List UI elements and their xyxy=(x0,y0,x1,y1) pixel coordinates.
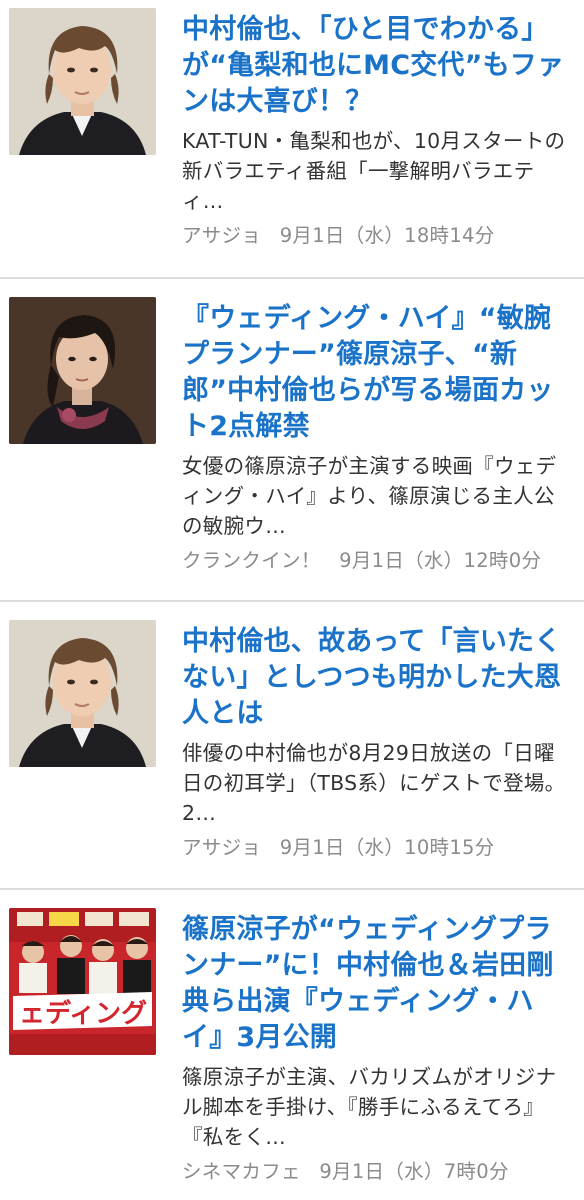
article-thumbnail[interactable] xyxy=(9,620,156,767)
article-source: アサジョ xyxy=(182,836,262,859)
article-source: アサジョ xyxy=(182,224,262,247)
article-card[interactable]: 『ウェディング・ハイ』“敏腕プランナー”篠原涼子、“新郎”中村倫也らが写る場面カ… xyxy=(0,279,584,602)
article-date: 9月1日（水）12時0分 xyxy=(339,549,542,572)
portrait-man-icon xyxy=(9,8,156,155)
article-summary: 女優の篠原涼子が主演する映画『ウェディング・ハイ』より、篠原演じる主人公の敏腕ウ… xyxy=(182,454,557,538)
article-thumbnail[interactable] xyxy=(9,297,156,444)
article-date: 9月1日（水）10時15分 xyxy=(279,836,495,859)
svg-text:ェディング・ハ: ェディング・ハ xyxy=(19,998,156,1029)
article-date: 9月1日（水）18時14分 xyxy=(279,224,495,247)
article-summary: KAT-TUN・亀梨和也が、10月スタートの新バラエティ番組「一撃解明バラエティ… xyxy=(182,129,566,213)
article-thumbnail[interactable] xyxy=(9,8,156,155)
article-source: クランクイン！ xyxy=(182,549,321,572)
article-meta: クランクイン！ 9月1日（水）12時0分 xyxy=(182,547,574,575)
article-source: シネマカフェ xyxy=(182,1160,301,1183)
article-title[interactable]: 『ウェディング・ハイ』“敏腕プランナー”篠原涼子、“新郎”中村倫也らが写る場面カ… xyxy=(182,301,574,445)
article-title[interactable]: 中村倫也、故あって「言いたくない」としつつも明かした大恩人とは xyxy=(182,624,574,732)
portrait-woman-icon xyxy=(9,297,156,444)
article-title[interactable]: 篠原涼子が“ウェディングプランナー”に！中村倫也＆岩田剛典ら出演『ウェディング・… xyxy=(182,912,574,1056)
article-meta: シネマカフェ 9月1日（水）7時0分 xyxy=(182,1158,574,1186)
article-meta: アサジョ 9月1日（水）18時14分 xyxy=(182,222,574,250)
article-card[interactable]: 中村倫也、故あって「言いたくない」としつつも明かした大恩人とは 俳優の中村倫也が… xyxy=(0,602,584,890)
article-meta: アサジョ 9月1日（水）10時15分 xyxy=(182,834,574,862)
news-feed: 中村倫也、「ひと目でわかる」が“亀梨和也にMC交代”もファンは大喜び！？ KAT… xyxy=(0,0,584,1200)
article-card[interactable]: ェディング・ハ 篠原涼子が“ウェディングプランナー”に！中村倫也＆岩田剛典ら出演… xyxy=(0,890,584,1200)
article-thumbnail[interactable]: ェディング・ハ xyxy=(9,908,156,1055)
article-summary: 俳優の中村倫也が8月29日放送の「日曜日の初耳学」（TBS系）にゲストで登場。2… xyxy=(182,741,566,825)
article-card[interactable]: 中村倫也、「ひと目でわかる」が“亀梨和也にMC交代”もファンは大喜び！？ KAT… xyxy=(0,0,584,279)
article-summary: 篠原涼子が主演、バカリズムがオリジナル脚本を手掛け、『勝手にふるえてろ』『私をく… xyxy=(182,1065,557,1149)
article-date: 9月1日（水）7時0分 xyxy=(319,1160,509,1183)
portrait-man-icon xyxy=(9,620,156,767)
movie-poster-icon: ェディング・ハ xyxy=(9,908,156,1055)
article-title[interactable]: 中村倫也、「ひと目でわかる」が“亀梨和也にMC交代”もファンは大喜び！？ xyxy=(182,12,574,120)
